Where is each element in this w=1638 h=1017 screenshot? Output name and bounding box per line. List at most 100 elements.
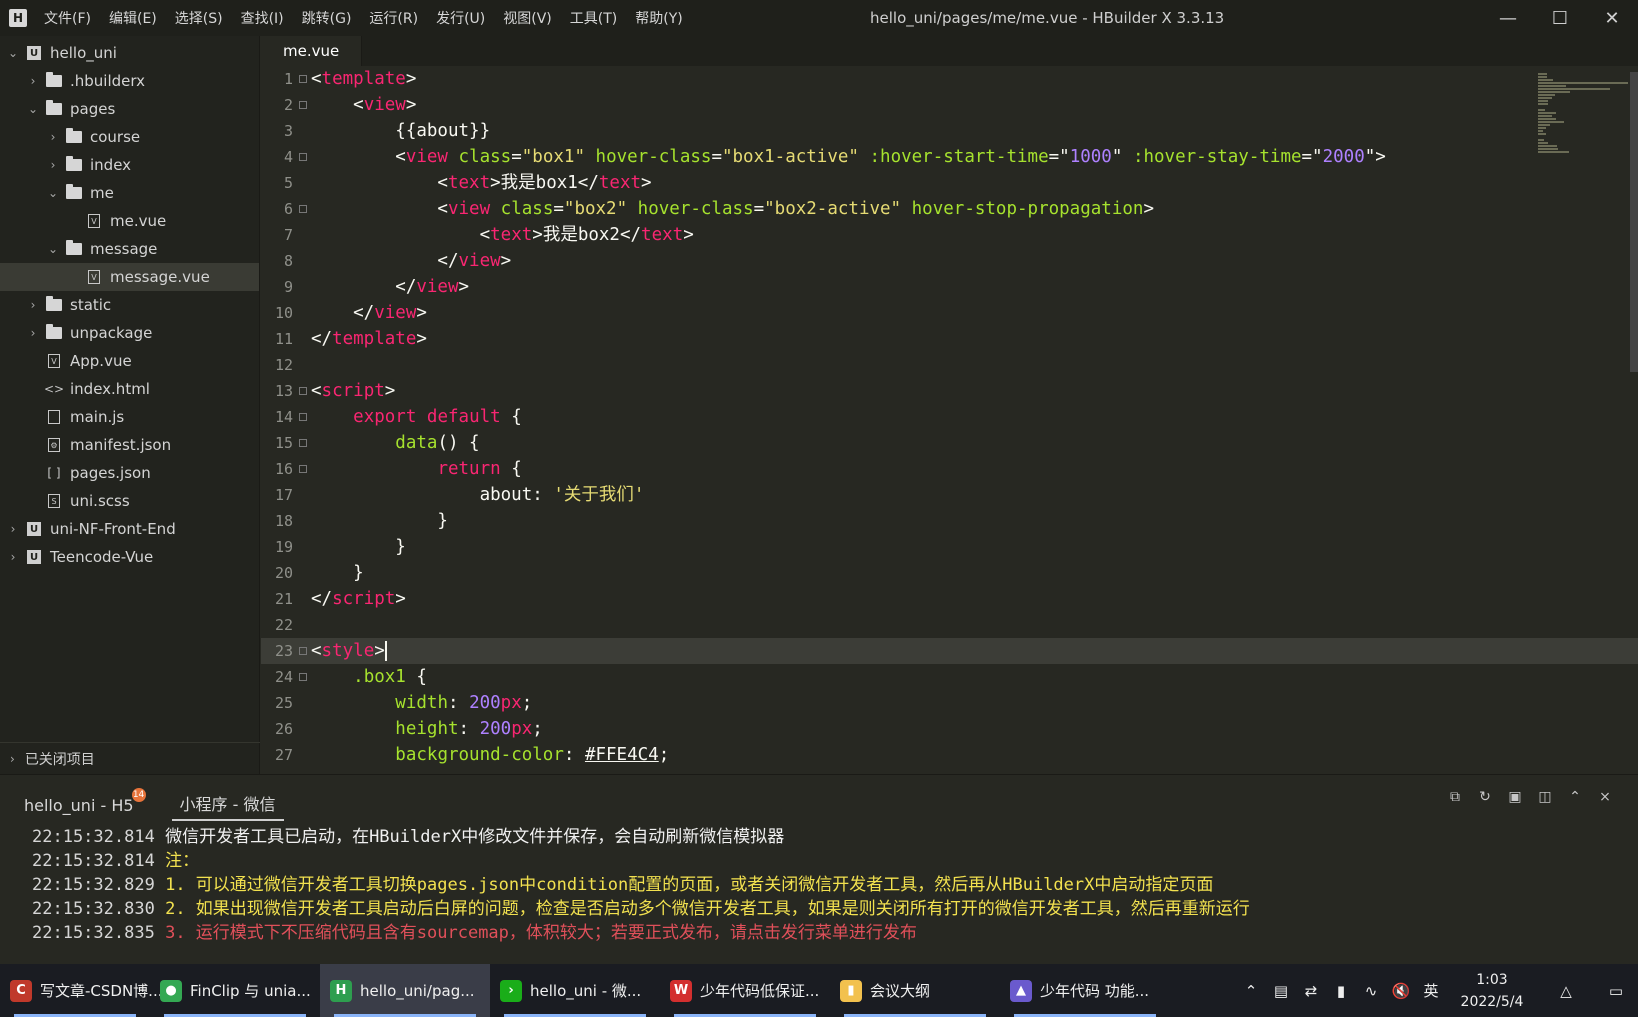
tree-item[interactable]: Vmessage.vue <box>0 263 259 291</box>
tree-item[interactable]: › U Teencode-Vue <box>0 543 259 571</box>
code-line[interactable]: 11 </template> <box>261 326 1638 352</box>
tree-item[interactable]: [ ] pages.json <box>0 459 259 487</box>
menu-item[interactable]: 跳转(G) <box>302 8 352 28</box>
code-line[interactable]: 13 <script> <box>261 378 1638 404</box>
menu-item[interactable]: 帮助(Y) <box>635 8 682 28</box>
tree-item[interactable]: › course <box>0 123 259 151</box>
tree-item[interactable]: ⌄ Uhello_uni <box>0 39 259 67</box>
maximize-panel-icon[interactable]: ⌃ <box>1560 789 1590 805</box>
close-panel-icon[interactable]: ⨯ <box>1590 789 1620 805</box>
code-line[interactable]: 20 } <box>261 560 1638 586</box>
menu-item[interactable]: 发行(U) <box>436 8 485 28</box>
code-line[interactable]: 9 </view> <box>261 274 1638 300</box>
app-logo-icon[interactable]: △ <box>1538 982 1594 1000</box>
code-line[interactable]: 2 <view> <box>261 92 1638 118</box>
volume-muted-icon[interactable]: 🔇 <box>1386 982 1416 1000</box>
restart-icon[interactable]: ↻ <box>1470 789 1500 805</box>
tree-item[interactable]: › Uuni-NF-Front-End <box>0 515 259 543</box>
fold-toggle-icon[interactable] <box>299 75 307 83</box>
fold-toggle-icon[interactable] <box>299 387 307 395</box>
clock[interactable]: 1:03 2022/5/4 <box>1446 969 1538 1013</box>
chevron-up-icon[interactable]: ⌃ <box>1236 982 1266 1000</box>
fold-toggle-icon[interactable] <box>299 101 307 109</box>
code-line[interactable]: 22 <box>261 612 1638 638</box>
taskbar-app[interactable]: W 少年代码低保证... <box>660 964 830 1017</box>
code-line[interactable]: 10 </view> <box>261 300 1638 326</box>
fold-toggle-icon[interactable] <box>299 413 307 421</box>
code-line[interactable]: 16 return { <box>261 456 1638 482</box>
menu-item[interactable]: 文件(F) <box>44 8 91 28</box>
taskbar-app[interactable]: ▲ 少年代码 功能... <box>1000 964 1170 1017</box>
code-line[interactable]: 6 <view class="box2" hover-class="box2-a… <box>261 196 1638 222</box>
fold-toggle-icon[interactable] <box>299 647 307 655</box>
network-status-icon[interactable]: ▤ <box>1266 982 1296 1000</box>
code-line[interactable]: 19 } <box>261 534 1638 560</box>
tab-console-h5[interactable]: hello_uni - H5 14 <box>24 788 146 821</box>
code-line[interactable]: 4 <view class="box1" hover-class="box1-a… <box>261 144 1638 170</box>
tree-item[interactable]: Vme.vue <box>0 207 259 235</box>
code-area[interactable]: 1 <template> 2 <view> 3 {{about}} 4 <view cl… <box>261 66 1638 774</box>
code-line[interactable]: 17 about: '关于我们' <box>261 482 1638 508</box>
code-line[interactable]: 18 } <box>261 508 1638 534</box>
wifi-icon[interactable]: ∿ <box>1356 982 1386 1000</box>
close-icon[interactable]: ✕ <box>1586 0 1638 36</box>
code-line[interactable]: 12 <box>261 352 1638 378</box>
fold-toggle-icon[interactable] <box>299 465 307 473</box>
tree-item[interactable]: › static <box>0 291 259 319</box>
fold-toggle-icon[interactable] <box>299 673 307 681</box>
code-line[interactable]: 25 width: 200px; <box>261 690 1638 716</box>
code-line[interactable]: 5 <text>我是box1</text> <box>261 170 1638 196</box>
menu-item[interactable]: 运行(R) <box>369 8 418 28</box>
code-line[interactable]: 1 <template> <box>261 66 1638 92</box>
minimap[interactable] <box>1538 72 1628 232</box>
taskbar-app[interactable]: › hello_uni - 微... <box>490 964 660 1017</box>
tree-item[interactable]: V App.vue <box>0 347 259 375</box>
tab-me-vue[interactable]: me.vue <box>261 36 363 66</box>
fold-toggle-icon[interactable] <box>299 439 307 447</box>
stop-icon[interactable]: ▣ <box>1500 789 1530 805</box>
tab-console-wechat[interactable]: 小程序 - 微信 <box>171 791 284 821</box>
vertical-scrollbar[interactable] <box>1630 72 1638 372</box>
sync-icon[interactable]: ⇄ <box>1296 982 1326 1000</box>
battery-icon[interactable]: ▮ <box>1326 982 1356 1000</box>
maximize-icon[interactable]: ☐ <box>1534 0 1586 36</box>
taskbar-app[interactable]: Hhello_uni/pag... <box>320 964 490 1017</box>
code-line[interactable]: 23 <style> <box>261 638 1638 664</box>
tree-item[interactable]: › unpackage <box>0 319 259 347</box>
code-line[interactable]: 14 export default { <box>261 404 1638 430</box>
code-line[interactable]: 15 data() { <box>261 430 1638 456</box>
tree-item[interactable]: <> index.html <box>0 375 259 403</box>
tree-item[interactable]: › index <box>0 151 259 179</box>
show-desktop-icon[interactable]: ▭ <box>1594 982 1638 1000</box>
fold-toggle-icon[interactable] <box>299 153 307 161</box>
fold-toggle-icon[interactable] <box>299 205 307 213</box>
tree-item[interactable]: ⌄ me <box>0 179 259 207</box>
clear-console-icon[interactable]: ◫ <box>1530 789 1560 805</box>
tree-item[interactable]: ⌄ message <box>0 235 259 263</box>
code-line[interactable]: 21 </script> <box>261 586 1638 612</box>
code-line[interactable]: 3 {{about}} <box>261 118 1638 144</box>
menu-item[interactable]: 工具(T) <box>570 8 617 28</box>
code-line[interactable]: 8 </view> <box>261 248 1638 274</box>
taskbar-app[interactable]: ● FinClip 与 unia... <box>150 964 320 1017</box>
closed-projects[interactable]: › 已关闭项目 <box>0 742 260 774</box>
open-log-icon[interactable]: ⧉ <box>1440 789 1470 805</box>
ime-indicator[interactable]: 英 <box>1416 980 1446 1001</box>
code-line[interactable]: 7 <text>我是box2</text> <box>261 222 1638 248</box>
tree-item[interactable]: main.js <box>0 403 259 431</box>
tree-item[interactable]: › .hbuilderx <box>0 67 259 95</box>
taskbar-app[interactable]: ▮ 会议大纲 <box>830 964 1000 1017</box>
tree-item[interactable]: ⌄ pages <box>0 95 259 123</box>
taskbar-app[interactable]: C 写文章-CSDN博... <box>0 964 162 1017</box>
menu-item[interactable]: 视图(V) <box>503 8 552 28</box>
code-line[interactable]: 27 background-color: #FFE4C4; <box>261 742 1638 768</box>
minimize-icon[interactable]: — <box>1482 0 1534 36</box>
menu-item[interactable]: 编辑(E) <box>109 8 157 28</box>
tree-item[interactable]: Suni.scss <box>0 487 259 515</box>
menu-item[interactable]: 选择(S) <box>175 8 223 28</box>
hbuilder-logo-icon[interactable]: H <box>0 0 36 36</box>
menu-item[interactable]: 查找(I) <box>241 8 284 28</box>
tree-item[interactable]: ⚙ manifest.json <box>0 431 259 459</box>
code-line[interactable]: 24 .box1 { <box>261 664 1638 690</box>
code-line[interactable]: 26 height: 200px; <box>261 716 1638 742</box>
